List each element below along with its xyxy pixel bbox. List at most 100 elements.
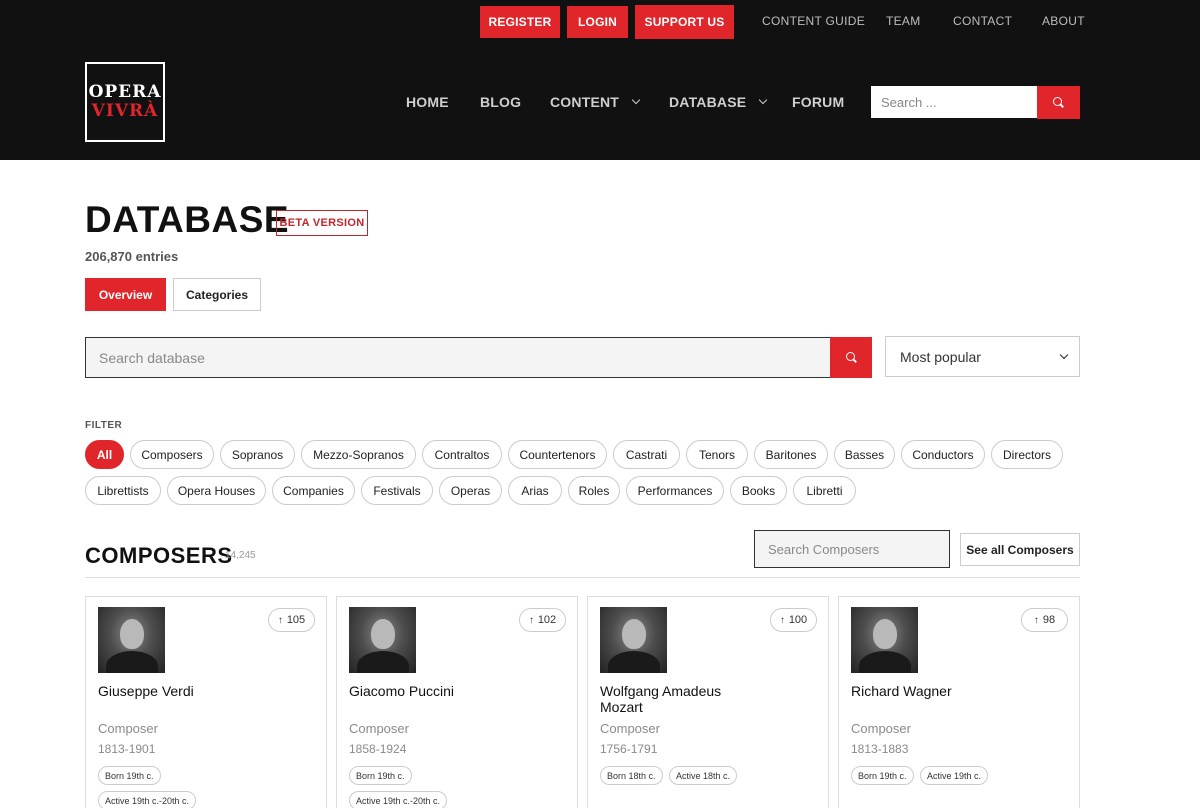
filter-chip-arias[interactable]: Arias (508, 476, 562, 505)
filter-chip-directors[interactable]: Directors (991, 440, 1063, 469)
nav-forum-label: FORUM (792, 94, 845, 110)
filter-chip-companies[interactable]: Companies (272, 476, 355, 505)
arrow-up-icon: ↑ (1033, 614, 1039, 626)
database-search-input[interactable] (85, 337, 831, 378)
database-search-button[interactable] (830, 337, 872, 378)
chevron-down-icon (1059, 350, 1069, 359)
site-header: REGISTER LOGIN SUPPORT US CONTENT GUIDE … (0, 0, 1200, 160)
about-link[interactable]: ABOUT (1042, 14, 1085, 28)
composer-role: Composer (98, 721, 158, 736)
filter-chip-countertenors[interactable]: Countertenors (508, 440, 607, 469)
login-button[interactable]: LOGIN (567, 6, 628, 38)
composer-role: Composer (851, 721, 911, 736)
filter-chip-books[interactable]: Books (730, 476, 787, 505)
era-tag[interactable]: Born 19th c. (349, 766, 412, 785)
filter-chip-baritones[interactable]: Baritones (754, 440, 828, 469)
header-search-button[interactable] (1037, 86, 1080, 119)
composer-name[interactable]: Giacomo Puccini (349, 683, 499, 699)
content-guide-link[interactable]: CONTENT GUIDE (762, 14, 865, 28)
filter-chip-opera-houses[interactable]: Opera Houses (167, 476, 266, 505)
filter-chip-sopranos[interactable]: Sopranos (220, 440, 295, 469)
filter-label: FILTER (85, 420, 123, 431)
sort-select-value: Most popular (900, 348, 981, 365)
register-button[interactable]: REGISTER (480, 6, 560, 38)
composer-role: Composer (349, 721, 409, 736)
composer-dates: 1813-1901 (98, 742, 156, 756)
nav-home[interactable]: HOME (406, 94, 449, 110)
filter-chip-basses[interactable]: Basses (834, 440, 895, 469)
filter-chip-tenors[interactable]: Tenors (686, 440, 748, 469)
filter-chip-all[interactable]: All (85, 440, 124, 469)
filter-chip-contraltos[interactable]: Contraltos (422, 440, 502, 469)
era-tag[interactable]: Born 19th c. (98, 766, 161, 785)
filter-chip-librettists[interactable]: Librettists (85, 476, 161, 505)
era-tag[interactable]: Active 19th c. (920, 766, 989, 785)
sort-select[interactable]: Most popular (885, 336, 1080, 377)
logo-text-vivra: VIVRÀ (91, 101, 159, 121)
composers-search-input[interactable] (754, 530, 950, 568)
composer-name[interactable]: Wolfgang Amadeus Mozart (600, 683, 750, 715)
team-link[interactable]: TEAM (886, 14, 921, 28)
chevron-down-icon (759, 95, 768, 105)
filter-chip-performances[interactable]: Performances (626, 476, 724, 505)
filter-chip-composers[interactable]: Composers (130, 440, 214, 469)
nav-home-label: HOME (406, 94, 449, 110)
era-tag[interactable]: Active 18th c. (669, 766, 738, 785)
nav-content-label: CONTENT (550, 94, 620, 110)
composer-name[interactable]: Richard Wagner (851, 683, 1001, 699)
tab-categories[interactable]: Categories (173, 278, 261, 311)
arrow-up-icon: ↑ (277, 614, 283, 626)
composer-card[interactable]: ↑ 105 Giuseppe Verdi Composer 1813-1901 B… (85, 596, 327, 808)
vote-count: 105 (286, 614, 306, 626)
composers-section-title: COMPOSERS (85, 543, 233, 568)
composer-card[interactable]: ↑ 102 Giacomo Puccini Composer 1858-1924 … (336, 596, 578, 808)
composer-card[interactable]: ↑ 100 Wolfgang Amadeus Mozart Composer 17… (587, 596, 829, 808)
era-tag[interactable]: Active 19th c.-20th c. (349, 791, 448, 808)
era-tag[interactable]: Born 18th c. (600, 766, 663, 785)
composer-portrait (349, 607, 416, 673)
search-icon (845, 352, 857, 363)
composer-role: Composer (600, 721, 660, 736)
vote-count: 100 (788, 614, 808, 626)
nav-content[interactable]: CONTENT (550, 94, 641, 110)
nav-database-label: DATABASE (669, 94, 747, 110)
composer-name[interactable]: Giuseppe Verdi (98, 683, 248, 699)
upvote-badge[interactable]: ↑ 98 (1021, 608, 1068, 632)
chevron-down-icon (631, 95, 641, 105)
vote-count: 102 (537, 614, 557, 626)
composer-card[interactable]: ↑ 98 Richard Wagner Composer 1813-1883 Bo… (838, 596, 1080, 808)
nav-database[interactable]: DATABASE (669, 94, 768, 110)
filter-chip-mezzo-sopranos[interactable]: Mezzo-Sopranos (301, 440, 416, 469)
see-all-composers-button[interactable]: See all Composers (960, 533, 1080, 566)
page-title: DATABASE (85, 199, 290, 240)
nav-blog[interactable]: BLOG (480, 94, 521, 110)
filter-chip-conductors[interactable]: Conductors (901, 440, 985, 469)
filter-chip-festivals[interactable]: Festivals (361, 476, 433, 505)
nav-forum[interactable]: FORUM (792, 94, 844, 110)
upvote-badge[interactable]: ↑ 102 (519, 608, 566, 632)
site-logo[interactable]: OPERA VIVRÀ (85, 62, 165, 142)
tab-overview[interactable]: Overview (85, 278, 166, 311)
composers-count: 14,245 (225, 550, 256, 561)
support-us-button[interactable]: SUPPORT US (635, 5, 734, 39)
section-divider (85, 577, 1080, 578)
composer-dates: 1813-1883 (851, 742, 909, 756)
arrow-up-icon: ↑ (779, 614, 785, 626)
composer-dates: 1756-1791 (600, 742, 658, 756)
entries-count: 206,870 entries (85, 249, 179, 264)
filter-chip-operas[interactable]: Operas (439, 476, 502, 505)
logo-text-opera: OPERA (88, 82, 162, 102)
filter-chip-roles[interactable]: Roles (568, 476, 620, 505)
era-tag[interactable]: Active 19th c.-20th c. (98, 791, 197, 808)
composer-portrait (600, 607, 667, 673)
upvote-badge[interactable]: ↑ 100 (770, 608, 817, 632)
header-search-input[interactable] (871, 86, 1037, 118)
era-tag[interactable]: Born 19th c. (851, 766, 914, 785)
contact-link[interactable]: CONTACT (953, 14, 1012, 28)
arrow-up-icon: ↑ (528, 614, 534, 626)
composer-dates: 1858-1924 (349, 742, 407, 756)
filter-chip-castrati[interactable]: Castrati (613, 440, 680, 469)
upvote-badge[interactable]: ↑ 105 (268, 608, 315, 632)
filter-chip-libretti[interactable]: Libretti (793, 476, 856, 505)
composer-portrait (98, 607, 165, 673)
